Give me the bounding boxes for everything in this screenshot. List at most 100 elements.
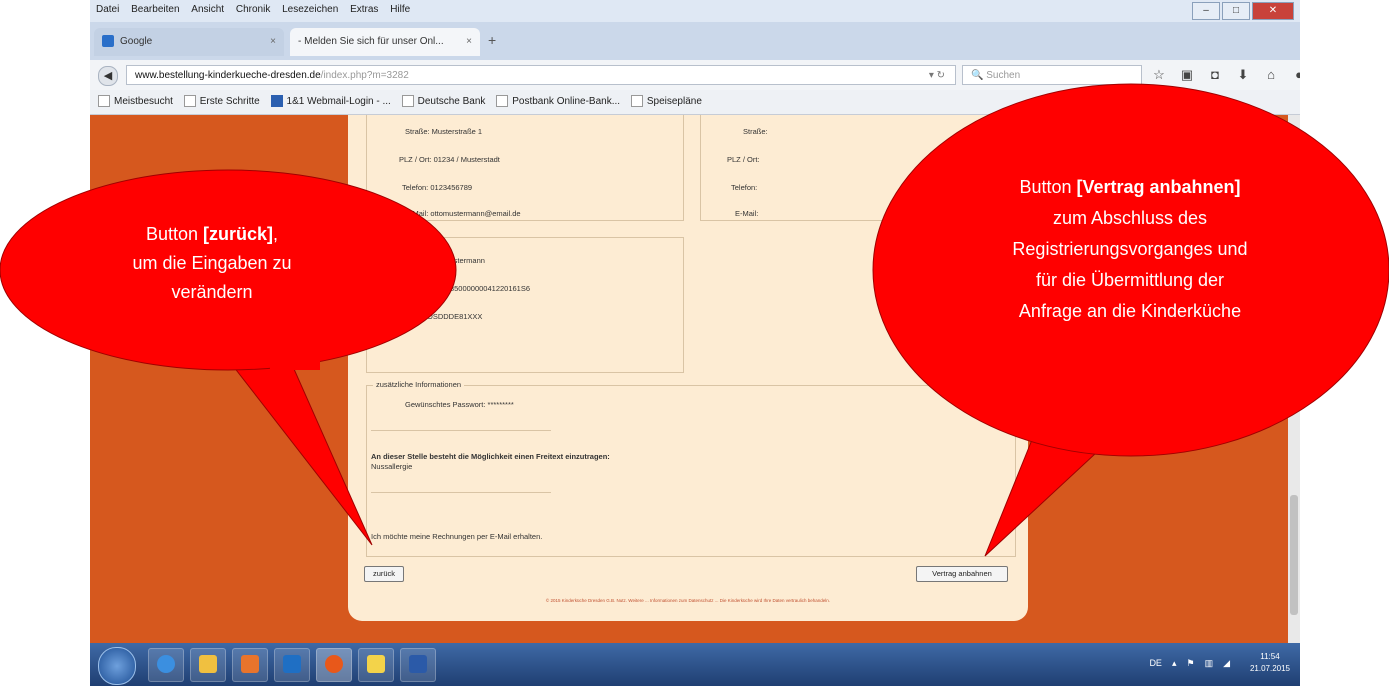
bookmark-deutsche-bank[interactable]: Deutsche Bank — [401, 90, 485, 114]
divider — [371, 430, 551, 431]
navigation-bar: ◀ www.bestellung-kinderkueche-dresden.de… — [90, 60, 1300, 90]
divider — [371, 492, 551, 493]
menu-datei[interactable]: Datei — [96, 4, 119, 15]
callout-left-text: Button [zurück], um die Eingaben zu verä… — [132, 224, 292, 302]
volume-icon[interactable]: ◢ — [1223, 658, 1230, 669]
bookmark-erste-schritte[interactable]: Erste Schritte — [183, 90, 260, 114]
callout-right-bold: [Vertrag anbahnen] — [1076, 177, 1241, 197]
menu-hilfe[interactable]: Hilfe — [390, 4, 410, 15]
folder-icon — [98, 95, 110, 108]
page-icon — [401, 95, 414, 108]
invoice-email-option: Ich möchte meine Rechnungen per E-Mail e… — [371, 532, 543, 541]
plz-row: PLZ / Ort: — [727, 155, 760, 164]
page-icon — [496, 95, 509, 108]
bookmark-speiseplaene[interactable]: Speisepläne — [630, 90, 702, 114]
tab-label: - Melden Sie sich für unser Onl... — [298, 36, 444, 47]
bookmark-postbank[interactable]: Postbank Online-Bank... — [496, 90, 620, 114]
phone-row: Telefon: 0123456789 — [402, 183, 473, 192]
paint-taskbar-button[interactable] — [358, 648, 394, 682]
iban-value: DE91785000000041220161S6 — [427, 284, 531, 293]
bank-legend: ...indung — [373, 232, 408, 241]
tab-google[interactable]: Google × — [94, 28, 284, 56]
menu-ansicht[interactable]: Ansicht — [191, 4, 224, 15]
bookmarks-list-icon[interactable]: ▣ — [1178, 66, 1196, 84]
freitext-value: Nussallergie — [371, 462, 413, 471]
word-icon — [409, 655, 427, 673]
new-tab-button[interactable]: + — [488, 32, 496, 48]
maximize-button[interactable]: □ — [1222, 2, 1250, 20]
word-taskbar-button[interactable] — [400, 648, 436, 682]
home-icon[interactable]: ⌂ — [1262, 66, 1280, 84]
bank-fieldset: ...indung Otto Mustermann DE917850000000… — [366, 232, 684, 373]
tray-expand-icon[interactable]: ▴ — [1172, 658, 1177, 669]
street-row: Straße: — [743, 127, 768, 136]
bookmark-webmail[interactable]: 1&1 Webmail-Login - ... — [270, 90, 391, 114]
folder-icon — [199, 655, 217, 673]
close-tab-icon[interactable]: × — [270, 28, 276, 56]
toolbar-icons: ☆ ▣ ◘ ⬇ ⌂ ● ≡ — [1150, 66, 1300, 84]
network-icon[interactable]: ▥ — [1205, 658, 1214, 669]
explorer-taskbar-button[interactable] — [190, 648, 226, 682]
freitext-label: An dieser Stelle besteht die Möglichkeit… — [371, 452, 610, 461]
flag-icon[interactable]: ⚑ — [1186, 658, 1194, 669]
window-controls: – □ ✕ — [1192, 2, 1294, 20]
chat-icon[interactable]: ● — [1290, 66, 1300, 84]
outlook-taskbar-button[interactable] — [274, 648, 310, 682]
media-player-icon — [241, 655, 259, 673]
page-icon — [183, 95, 196, 108]
media-taskbar-button[interactable] — [232, 648, 268, 682]
clock-date: 21.07.2015 — [1249, 664, 1290, 673]
close-window-button[interactable]: ✕ — [1252, 2, 1294, 20]
browser-window: Datei Bearbeiten Ansicht Chronik Lesezei… — [90, 0, 1300, 686]
close-tab-icon[interactable]: × — [466, 28, 472, 56]
firefox-taskbar-button[interactable] — [316, 648, 352, 682]
menu-chronik[interactable]: Chronik — [236, 4, 270, 15]
back-arrow-icon[interactable]: ◀ — [98, 66, 118, 86]
tab-bar: Google × - Melden Sie sich für unser Onl… — [90, 22, 1300, 60]
email-row: E-Mail: — [735, 209, 759, 218]
page-icon — [630, 95, 643, 108]
footer-text: © 2015 Kinderküche Dresden G.B. Nutz. We… — [545, 598, 831, 603]
url-bar[interactable]: www.bestellung-kinderkueche-dresden.de/i… — [126, 65, 956, 85]
menu-lesezeichen[interactable]: Lesezeichen — [282, 4, 338, 15]
paint-icon — [367, 655, 385, 673]
plz-row: PLZ / Ort: 01234 / Musterstadt — [399, 155, 500, 164]
scrollbar-thumb[interactable] — [1290, 495, 1298, 615]
bookmark-meistbesucht[interactable]: Meistbesucht — [98, 90, 173, 114]
menu-bar: Datei Bearbeiten Ansicht Chronik Lesezei… — [90, 0, 1300, 22]
street-row: Straße: Musterstraße 1 — [405, 127, 483, 136]
menu-extras[interactable]: Extras — [350, 4, 378, 15]
url-host: www.bestellung-kinderkueche-dresden.de — [135, 70, 321, 81]
pocket-icon[interactable]: ◘ — [1206, 66, 1224, 84]
back-button[interactable]: zurück — [364, 566, 404, 582]
bic-value: OSDDDE81XXX — [427, 312, 483, 321]
language-indicator[interactable]: DE — [1149, 658, 1162, 669]
additional-info-legend: zusätzliche Informationen — [373, 380, 465, 389]
address-box-left: Straße: Musterstraße 1 PLZ / Ort: 01234 … — [366, 115, 684, 221]
minimize-button[interactable]: – — [1192, 2, 1220, 20]
additional-info-fieldset: zusätzliche Informationen Gewünschtes Pa… — [366, 380, 1016, 557]
internet-explorer-icon — [157, 655, 175, 673]
outlook-icon — [283, 655, 301, 673]
mail-icon — [270, 95, 283, 108]
ie-taskbar-button[interactable] — [148, 648, 184, 682]
clock[interactable]: 11:54 21.07.2015 — [1250, 651, 1290, 675]
download-icon[interactable]: ⬇ — [1234, 66, 1252, 84]
registration-panel: Straße: Musterstraße 1 PLZ / Ort: 01234 … — [348, 115, 1028, 621]
bookmark-star-icon[interactable]: ☆ — [1150, 66, 1168, 84]
start-button[interactable] — [98, 647, 136, 685]
google-favicon-icon — [102, 35, 114, 48]
search-input[interactable]: 🔍 Suchen — [962, 65, 1142, 85]
callout-left-bold: [zurück] — [203, 224, 274, 244]
initiate-contract-button[interactable]: Vertrag anbahnen — [916, 566, 1008, 582]
account-holder: Otto Mustermann — [427, 256, 485, 265]
system-tray: DE ▴ ⚑ ▥ ◢ — [1149, 658, 1230, 669]
reload-icon[interactable]: ▾ ↻ — [929, 66, 945, 86]
clock-time: 11:54 — [1260, 652, 1280, 661]
tab-label: Google — [120, 36, 153, 47]
search-placeholder: Suchen — [986, 70, 1021, 81]
phone-row: Telefon: — [731, 183, 758, 192]
menu-bearbeiten[interactable]: Bearbeiten — [131, 4, 179, 15]
tab-anmeldung[interactable]: - Melden Sie sich für unser Onl... × — [290, 28, 480, 56]
email-row: E-Mail: ottomustermann@email.de — [405, 209, 521, 218]
